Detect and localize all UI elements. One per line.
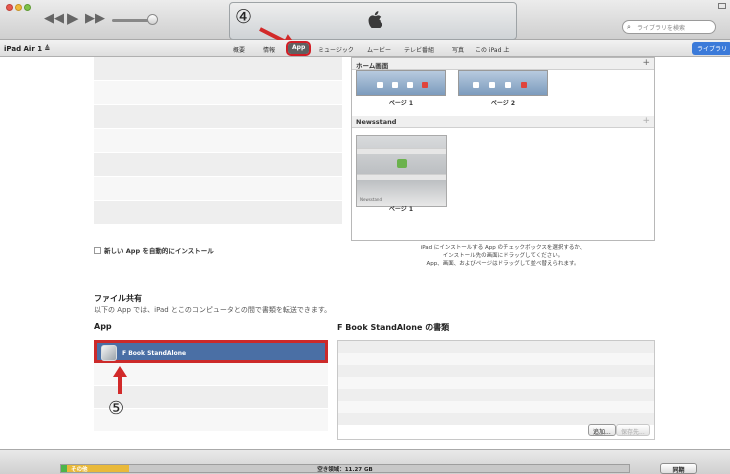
newsstand-title: Newsstand — [356, 118, 397, 126]
home-page-1-thumbnail[interactable] — [356, 70, 446, 96]
miniplayer-icon[interactable] — [718, 3, 726, 9]
play-icon[interactable]: ▶ — [67, 11, 79, 26]
list-item[interactable] — [94, 81, 342, 105]
app-icon — [392, 82, 398, 88]
newsstand-header: Newsstand + — [352, 116, 654, 128]
library-search-input[interactable]: ⌕ ライブラリを検索 — [622, 20, 716, 34]
tab-info[interactable]: 情報 — [263, 45, 275, 54]
document-row[interactable] — [338, 341, 654, 353]
volume-knob[interactable] — [147, 14, 158, 25]
list-item[interactable] — [94, 153, 342, 177]
tab-music[interactable]: ミュージック — [318, 45, 354, 54]
search-icon: ⌕ — [627, 23, 631, 31]
app-list-panel — [94, 57, 342, 225]
document-row[interactable] — [338, 353, 654, 365]
capacity-bar: その他 空き領域：11.27 GB — [60, 464, 630, 473]
save-to-button[interactable]: 保存先... — [616, 424, 650, 436]
step5-annotation: ⑤ — [108, 398, 125, 419]
rewind-icon[interactable]: ◀◀ — [44, 12, 64, 25]
app-icon — [473, 82, 479, 88]
app-icon — [407, 82, 413, 88]
home-page-1-label: ページ 1 — [388, 100, 414, 107]
newsstand-app-icon — [397, 159, 407, 168]
zoom-window-button[interactable] — [24, 4, 31, 11]
document-row[interactable] — [338, 401, 654, 413]
list-item[interactable] — [94, 363, 328, 386]
list-item[interactable] — [94, 129, 342, 153]
auto-install-option[interactable]: 新しい App を自動的にインストール — [94, 245, 214, 255]
home-page-2-label: ページ 2 — [490, 100, 516, 107]
device-nav-bar: iPad Air 1 ≜ 概要 情報 App ミュージック ムービー テレビ番組… — [0, 40, 730, 57]
list-item[interactable] — [94, 105, 342, 129]
file-sharing-title: ファイル共有 — [94, 294, 142, 303]
title-bar: ◀◀ ▶ ▶▶ ⌕ ライブラリを検索 — [0, 0, 730, 40]
app-icon — [422, 82, 428, 88]
app-icon — [101, 345, 117, 361]
list-item[interactable] — [94, 409, 328, 432]
file-sharing-app-list: F Book StandAlone — [94, 340, 328, 432]
help-line: App、画面、およびページはドラッグして並べ替えられます。 — [426, 261, 580, 267]
documents-column-header: F Book StandAlone の書類 — [337, 323, 450, 332]
newsstand-thumb-label: Newsstand — [360, 197, 382, 202]
app-icon — [505, 82, 511, 88]
tab-tv-shows[interactable]: テレビ番組 — [404, 45, 434, 54]
capacity-free-text: 空き領域：11.27 GB — [317, 467, 373, 473]
home-screen-title: ホーム画面 — [356, 62, 389, 70]
file-sharing-app-row-selected[interactable]: F Book StandAlone — [94, 340, 328, 363]
step4-annotation: ④ — [235, 6, 253, 28]
help-line: インストール先の画面にドラッグしてください。 — [442, 253, 564, 259]
device-name[interactable]: iPad Air 1 ≜ — [4, 45, 50, 53]
close-window-button[interactable] — [6, 4, 13, 11]
list-item[interactable] — [94, 57, 342, 81]
list-item[interactable] — [94, 177, 342, 201]
document-row[interactable] — [338, 389, 654, 401]
library-button[interactable]: ライブラリ — [692, 42, 730, 55]
home-screen-help-text: iPad にインストールする App のチェックボックスを選択するか、 インスト… — [351, 244, 655, 268]
app-icon — [521, 82, 527, 88]
newsstand-page-label: ページ 1 — [388, 206, 414, 213]
document-row[interactable] — [338, 365, 654, 377]
app-icon — [489, 82, 495, 88]
tab-movies[interactable]: ムービー — [367, 45, 391, 54]
auto-install-label: 新しい App を自動的にインストール — [104, 247, 214, 255]
tab-on-this-ipad[interactable]: この iPad 上 — [475, 45, 509, 54]
file-sharing-description: 以下の App では、iPad とこのコンピュータとの間で書類を転送できます。 — [94, 306, 332, 314]
home-page-2-thumbnail[interactable] — [458, 70, 548, 96]
shelf — [357, 174, 446, 180]
apple-logo-icon — [368, 11, 383, 33]
home-screen-header: ホーム画面 + — [352, 58, 654, 70]
step5-arrow — [118, 376, 122, 394]
app-icon — [377, 82, 383, 88]
shelf — [357, 148, 446, 154]
app-name: F Book StandAlone — [122, 350, 187, 357]
add-page-icon[interactable]: + — [642, 58, 650, 68]
minimize-window-button[interactable] — [15, 4, 22, 11]
search-placeholder: ライブラリを検索 — [637, 25, 686, 32]
home-screen-panel: ホーム画面 + ページ 1 ページ 2 Newsstand + Newsstan… — [351, 57, 655, 241]
newsstand-thumbnail[interactable]: Newsstand — [356, 135, 447, 207]
capacity-bar-area: その他 空き領域：11.27 GB 同期 — [0, 449, 730, 474]
sync-button[interactable]: 同期 — [660, 463, 697, 474]
tab-summary[interactable]: 概要 — [233, 45, 245, 54]
add-newsstand-icon[interactable]: + — [642, 116, 650, 126]
auto-install-checkbox[interactable] — [94, 247, 101, 254]
tab-apps[interactable]: App — [285, 41, 312, 56]
apps-column-header: App — [94, 322, 112, 331]
add-document-button[interactable]: 追加... — [588, 424, 616, 436]
fast-forward-icon[interactable]: ▶▶ — [85, 12, 105, 25]
list-item[interactable] — [94, 201, 342, 225]
document-row[interactable] — [338, 377, 654, 389]
help-line: iPad にインストールする App のチェックボックスを選択するか、 — [420, 245, 586, 251]
tab-photos[interactable]: 写真 — [452, 45, 464, 54]
list-item[interactable] — [94, 386, 328, 409]
